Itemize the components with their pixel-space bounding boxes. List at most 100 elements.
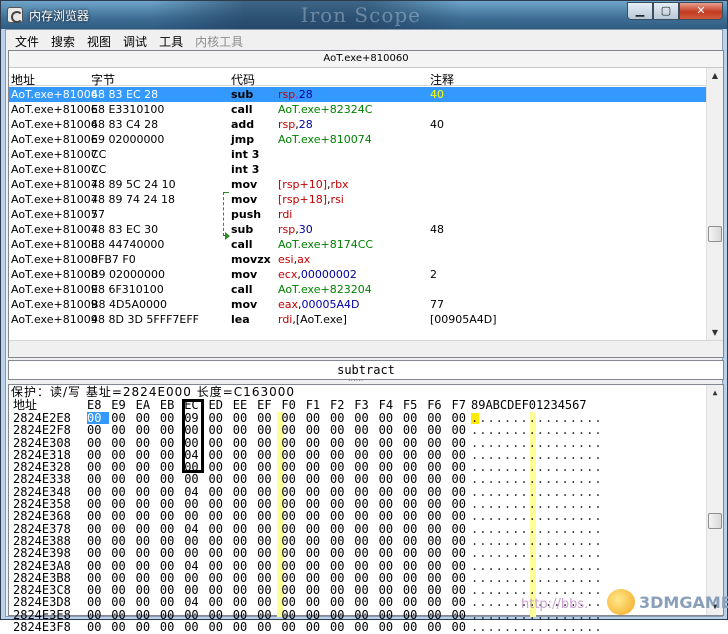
hex-byte-cell[interactable]: 00 bbox=[379, 498, 401, 510]
hex-byte-cell[interactable]: 00 bbox=[427, 609, 449, 621]
hex-byte-cell[interactable]: 00 bbox=[403, 572, 425, 584]
hex-byte-cell[interactable]: 00 bbox=[281, 609, 303, 621]
column-header-opcode[interactable]: 代码 bbox=[231, 71, 255, 88]
hex-byte-cell[interactable]: 00 bbox=[233, 609, 255, 621]
hex-byte-cell[interactable]: 00 bbox=[306, 412, 328, 424]
hex-byte-cell[interactable]: 00 bbox=[330, 449, 352, 461]
hex-byte-cell[interactable]: 00 bbox=[209, 547, 231, 559]
hex-byte-cell[interactable]: 00 bbox=[233, 473, 255, 485]
hex-byte-cell[interactable]: 00 bbox=[160, 461, 182, 473]
hex-byte-cell[interactable]: 00 bbox=[306, 424, 328, 436]
column-header-comment[interactable]: 注释 bbox=[430, 71, 454, 88]
hex-byte-cell[interactable]: 00 bbox=[281, 621, 303, 633]
hex-byte-cell[interactable]: 00 bbox=[87, 560, 109, 572]
hex-byte-cell[interactable]: 04 bbox=[184, 486, 206, 498]
hex-byte-cell[interactable]: 00 bbox=[330, 560, 352, 572]
hex-byte-cell[interactable]: 04 bbox=[184, 596, 206, 608]
hex-byte-cell[interactable]: 00 bbox=[379, 596, 401, 608]
disassembler-row[interactable]: AoT.exe+81008 B9 02000000 mov ecx,00000002 2 bbox=[9, 267, 707, 282]
hex-byte-cell[interactable]: 00 bbox=[87, 437, 109, 449]
hex-byte-cell[interactable]: 00 bbox=[281, 437, 303, 449]
hex-byte-cell[interactable]: 00 bbox=[257, 535, 279, 547]
hex-scroll-thumb[interactable] bbox=[708, 513, 722, 529]
hex-byte-cell[interactable]: 00 bbox=[209, 621, 231, 633]
hex-byte-cell[interactable]: 00 bbox=[160, 449, 182, 461]
hex-byte-cell[interactable]: 00 bbox=[233, 523, 255, 535]
hex-byte-cell[interactable]: 00 bbox=[427, 547, 449, 559]
hex-byte-cell[interactable]: 00 bbox=[257, 523, 279, 535]
disassembler-vertical-scrollbar[interactable]: ▲ ▼ bbox=[706, 68, 723, 341]
menu-file[interactable]: 文件 bbox=[9, 30, 45, 50]
hex-byte-cell[interactable]: 00 bbox=[160, 523, 182, 535]
hex-byte-cell[interactable]: 00 bbox=[257, 584, 279, 596]
hex-byte-cell[interactable]: 00 bbox=[306, 572, 328, 584]
minimize-button[interactable]: ▁ bbox=[627, 2, 653, 20]
disassembler-row[interactable]: AoT.exe+81009 E8 6F310100 call AoT.exe+8232… bbox=[9, 282, 707, 297]
hex-byte-cell[interactable]: 00 bbox=[209, 560, 231, 572]
hex-byte-cell[interactable]: 00 bbox=[257, 449, 279, 461]
hex-byte-cell[interactable]: 00 bbox=[111, 486, 133, 498]
hex-byte-cell[interactable]: 00 bbox=[111, 560, 133, 572]
hex-byte-cell[interactable]: 00 bbox=[233, 424, 255, 436]
hex-row-ascii[interactable]: ................ bbox=[471, 437, 603, 449]
hex-byte-cell[interactable]: 00 bbox=[281, 572, 303, 584]
disassembler-row[interactable]: AoT.exe+81006 E9 02000000 jmp AoT.exe+81007… bbox=[9, 132, 707, 147]
hex-byte-cell[interactable]: 00 bbox=[184, 621, 206, 633]
hex-byte-cell[interactable]: 00 bbox=[233, 547, 255, 559]
hex-byte-cell[interactable]: 00 bbox=[233, 437, 255, 449]
hex-byte-cell[interactable]: 00 bbox=[330, 572, 352, 584]
hex-byte-cell[interactable]: 00 bbox=[379, 572, 401, 584]
hex-byte-cell[interactable]: 00 bbox=[281, 486, 303, 498]
menu-search[interactable]: 搜索 bbox=[45, 30, 81, 50]
hex-byte-cell[interactable]: 00 bbox=[87, 486, 109, 498]
hex-byte-cell[interactable]: 00 bbox=[257, 547, 279, 559]
hex-row-ascii[interactable]: ................ bbox=[471, 510, 603, 522]
hex-byte-cell[interactable]: 00 bbox=[136, 437, 158, 449]
hex-byte-cell[interactable]: 00 bbox=[281, 584, 303, 596]
hex-byte-cell[interactable]: 00 bbox=[403, 510, 425, 522]
hex-byte-cell[interactable]: 00 bbox=[379, 461, 401, 473]
hex-byte-cell[interactable]: 00 bbox=[257, 609, 279, 621]
hex-byte-cell[interactable]: 00 bbox=[379, 621, 401, 633]
hex-byte-cell[interactable]: 00 bbox=[403, 449, 425, 461]
disassembler-row[interactable]: AoT.exe+81008 0FB7 F0 movzx esi,ax bbox=[9, 252, 707, 267]
hex-byte-cell[interactable]: 00 bbox=[427, 596, 449, 608]
hex-byte-cell[interactable]: 00 bbox=[111, 584, 133, 596]
hex-byte-cell[interactable]: 00 bbox=[257, 461, 279, 473]
hex-byte-cell[interactable]: 00 bbox=[427, 424, 449, 436]
hex-byte-cell[interactable]: 00 bbox=[136, 547, 158, 559]
hex-byte-cell[interactable]: 00 bbox=[209, 486, 231, 498]
hex-byte-cell[interactable]: 00 bbox=[403, 547, 425, 559]
hex-byte-cell[interactable]: 00 bbox=[111, 424, 133, 436]
hex-byte-cell[interactable]: 00 bbox=[354, 510, 376, 522]
hex-byte-cell[interactable]: 00 bbox=[111, 437, 133, 449]
hex-byte-cell[interactable]: 00 bbox=[184, 510, 206, 522]
hex-byte-cell[interactable]: 00 bbox=[87, 498, 109, 510]
hex-byte-cell[interactable]: 00 bbox=[233, 535, 255, 547]
hex-byte-cell[interactable]: 00 bbox=[209, 437, 231, 449]
hex-byte-cell[interactable]: 00 bbox=[306, 609, 328, 621]
hex-byte-cell[interactable]: 00 bbox=[233, 596, 255, 608]
hex-row-ascii[interactable]: ................ bbox=[471, 486, 603, 498]
hex-byte-cell[interactable]: 00 bbox=[330, 596, 352, 608]
hex-byte-cell[interactable]: 00 bbox=[87, 547, 109, 559]
hex-byte-cell[interactable]: 00 bbox=[379, 437, 401, 449]
hex-byte-cell[interactable]: 00 bbox=[354, 560, 376, 572]
disassembler-pane[interactable]: AoT.exe+810060 地址 字节 代码 注释 AoT.exe+81006… bbox=[8, 50, 724, 358]
hex-byte-cell[interactable]: 00 bbox=[257, 560, 279, 572]
hex-byte-cell[interactable]: 00 bbox=[403, 596, 425, 608]
hex-byte-cell[interactable]: 00 bbox=[354, 473, 376, 485]
hex-byte-cell[interactable]: 00 bbox=[160, 412, 182, 424]
hex-byte-cell[interactable]: 00 bbox=[257, 621, 279, 633]
hex-byte-cell[interactable]: 00 bbox=[427, 584, 449, 596]
hex-byte-cell[interactable]: 00 bbox=[233, 461, 255, 473]
hex-byte-cell[interactable]: 00 bbox=[160, 424, 182, 436]
hex-byte-cell[interactable]: 00 bbox=[111, 547, 133, 559]
hex-byte-cell[interactable]: 00 bbox=[209, 572, 231, 584]
hex-byte-cell[interactable]: 00 bbox=[136, 596, 158, 608]
hex-byte-cell[interactable]: 00 bbox=[209, 449, 231, 461]
hex-byte-cell[interactable]: 00 bbox=[379, 609, 401, 621]
hex-byte-cell[interactable]: 00 bbox=[136, 498, 158, 510]
hex-byte-cell[interactable]: 00 bbox=[281, 535, 303, 547]
hex-byte-cell[interactable]: 00 bbox=[306, 547, 328, 559]
